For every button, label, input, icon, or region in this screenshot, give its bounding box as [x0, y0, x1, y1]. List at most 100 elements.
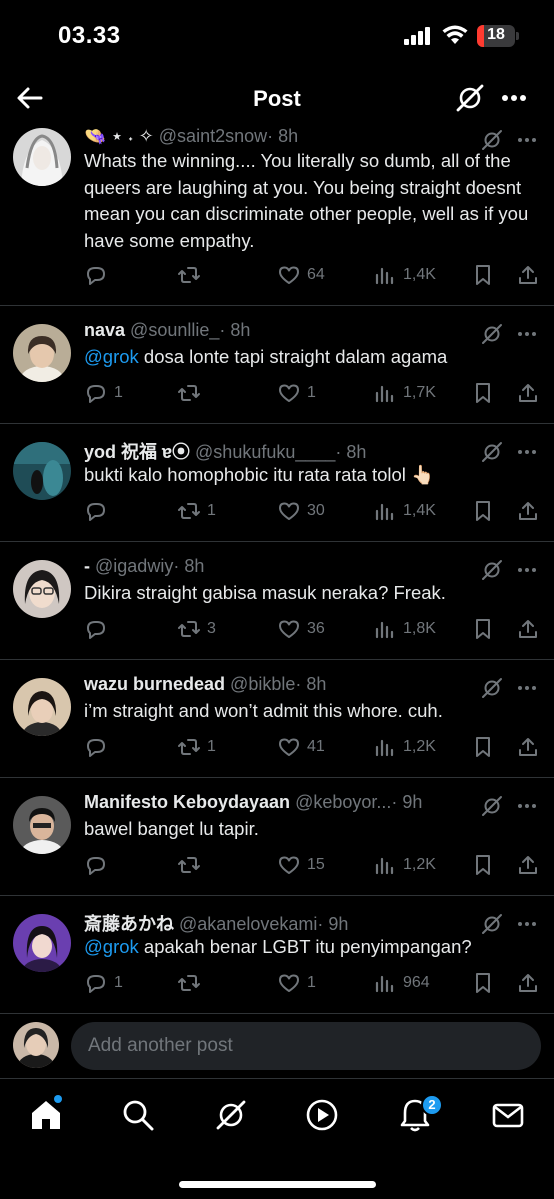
more-icon[interactable] [516, 559, 538, 581]
author-handle[interactable]: @igadwiy [95, 556, 173, 576]
reply-post[interactable]: Manifesto Keboydayaan @keboyor...· 9h baw… [0, 778, 554, 896]
avatar[interactable] [13, 796, 71, 854]
reply-button[interactable] [84, 498, 114, 524]
more-icon[interactable] [516, 795, 538, 817]
author-name[interactable]: wazu burnedead [84, 674, 225, 694]
grok-icon[interactable] [480, 440, 504, 464]
reply-post[interactable]: yod 祝福 ɐ⦿ @shukufuku____· 8h bukti kalo h… [0, 424, 554, 542]
reply-post[interactable]: - @igadwiy· 8h Dikira straight gabisa mas… [0, 542, 554, 660]
share-button[interactable] [516, 852, 540, 878]
add-post-input[interactable] [71, 1022, 541, 1070]
repost-button[interactable] [177, 380, 207, 406]
repost-button[interactable]: 1 [177, 498, 216, 524]
views-button[interactable]: 1,8K [373, 616, 436, 642]
reply-button[interactable] [84, 616, 114, 642]
repost-button[interactable]: 1 [177, 734, 216, 760]
bookmark-button[interactable] [471, 852, 495, 878]
views-button[interactable]: 1,2K [373, 734, 436, 760]
share-button[interactable] [516, 498, 540, 524]
like-button[interactable]: 1 [277, 970, 316, 996]
grok-icon[interactable] [213, 1097, 249, 1133]
reply-button[interactable] [84, 734, 114, 760]
reply-post[interactable]: 👒 ⋆ ˖ ✧ @saint2snow· 8h Whats the winning… [0, 124, 554, 306]
author-handle[interactable]: @keboyor... [295, 792, 391, 812]
author-name[interactable]: yod 祝福 ɐ⦿ [84, 442, 190, 462]
post-body: bawel banget lu tapir. [84, 818, 259, 839]
views-icon [373, 971, 397, 995]
share-button[interactable] [516, 262, 540, 288]
bookmark-button[interactable] [471, 616, 495, 642]
author-name[interactable]: nava [84, 320, 125, 340]
like-button[interactable]: 64 [277, 262, 325, 288]
more-icon[interactable] [516, 913, 538, 935]
share-button[interactable] [516, 734, 540, 760]
reply-button[interactable] [84, 852, 114, 878]
grok-icon[interactable] [480, 322, 504, 346]
reply-button[interactable]: 1 [84, 380, 123, 406]
author-name[interactable]: 斎藤あかね [84, 914, 174, 934]
grok-icon[interactable] [480, 912, 504, 936]
repost-button[interactable] [177, 970, 207, 996]
avatar[interactable] [13, 560, 71, 618]
more-icon[interactable] [516, 441, 538, 463]
play-icon[interactable] [304, 1097, 340, 1133]
reply-post[interactable]: wazu burnedead @bikble· 8h i’m straight a… [0, 660, 554, 778]
more-icon[interactable] [516, 677, 538, 699]
bookmark-button[interactable] [471, 498, 495, 524]
avatar[interactable] [13, 914, 71, 972]
mention-link[interactable]: @grok [84, 936, 139, 957]
author-handle[interactable]: @bikble [230, 674, 295, 694]
share-button[interactable] [516, 616, 540, 642]
home-indicator[interactable] [179, 1181, 376, 1188]
avatar[interactable] [13, 1022, 59, 1068]
like-button[interactable]: 1 [277, 380, 316, 406]
more-icon[interactable] [516, 323, 538, 345]
reply-post[interactable]: 斎藤あかね @akanelovekami· 9h @grok apakah ben… [0, 896, 554, 1014]
like-button[interactable]: 15 [277, 852, 325, 878]
bookmark-button[interactable] [471, 380, 495, 406]
author-name[interactable]: - [84, 556, 90, 576]
grok-icon[interactable] [454, 82, 486, 114]
repost-button[interactable] [177, 852, 207, 878]
more-icon[interactable] [498, 82, 530, 114]
views-button[interactable]: 1,7K [373, 380, 436, 406]
author-name[interactable]: 👒 ⋆ ˖ ✧ [84, 126, 154, 146]
views-icon [373, 853, 397, 877]
reply-button[interactable] [84, 262, 114, 288]
status-bar: 03.33 18 [0, 0, 554, 72]
avatar[interactable] [13, 442, 71, 500]
reply-button[interactable]: 1 [84, 970, 123, 996]
author-handle[interactable]: @akanelovekami [179, 914, 317, 934]
share-button[interactable] [516, 970, 540, 996]
grok-icon[interactable] [480, 558, 504, 582]
mention-link[interactable]: @grok [84, 346, 139, 367]
views-button[interactable]: 1,2K [373, 852, 436, 878]
avatar[interactable] [13, 678, 71, 736]
bookmark-button[interactable] [471, 970, 495, 996]
author-handle[interactable]: @shukufuku____ [195, 442, 335, 462]
repost-button[interactable] [177, 262, 207, 288]
views-button[interactable]: 964 [373, 970, 430, 996]
post-body: bukti kalo homophobic itu rata rata tolo… [84, 464, 435, 485]
grok-icon[interactable] [480, 794, 504, 818]
reply-post[interactable]: nava @sounllie_· 8h @grok dosa lonte tapi… [0, 306, 554, 424]
avatar[interactable] [13, 324, 71, 382]
bookmark-button[interactable] [471, 734, 495, 760]
avatar[interactable] [13, 128, 71, 186]
bookmark-button[interactable] [471, 262, 495, 288]
author-handle[interactable]: @sounllie_ [130, 320, 219, 340]
share-button[interactable] [516, 380, 540, 406]
author-handle[interactable]: @saint2snow [159, 126, 267, 146]
post-actions: 15 1,2K [84, 852, 544, 878]
grok-icon[interactable] [480, 676, 504, 700]
search-icon[interactable] [120, 1097, 156, 1133]
views-button[interactable]: 1,4K [373, 262, 436, 288]
views-button[interactable]: 1,4K [373, 498, 436, 524]
mail-icon[interactable] [490, 1097, 526, 1133]
author-name[interactable]: Manifesto Keboydayaan [84, 792, 290, 812]
like-button[interactable]: 36 [277, 616, 325, 642]
like-button[interactable]: 41 [277, 734, 325, 760]
repost-icon [177, 735, 201, 759]
repost-button[interactable]: 3 [177, 616, 216, 642]
like-button[interactable]: 30 [277, 498, 325, 524]
